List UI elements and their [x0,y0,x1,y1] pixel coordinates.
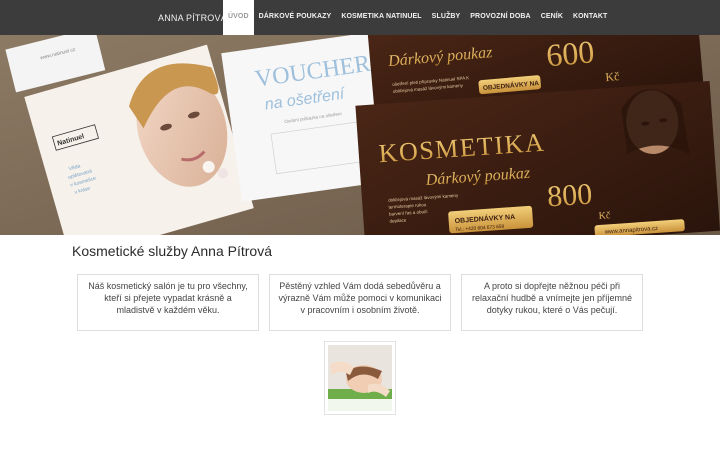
gift-600-currency: Kč [605,69,620,84]
intro-box-1-text: Náš kosmetický salón je tu pro všechny, … [88,281,248,315]
facial-massage-photo[interactable] [324,341,396,415]
nav-item-cenik[interactable]: CENÍK [536,0,568,35]
top-navbar: ANNA PÍTROVÁ ÚVOD DÁRKOVÉ POUKAZY KOSMET… [0,0,720,35]
intro-box-1: Náš kosmetický salón je tu pro všechny, … [77,274,259,331]
nav-item-darkove-poukazy[interactable]: DÁRKOVÉ POUKAZY [254,0,337,35]
intro-box-2-text: Pěstěný vzhled Vám dodá sebedůvěru a výr… [278,281,442,315]
gift-800-price: 800 [546,177,593,213]
gift-voucher-800: KOSMETIKA Dárkový poukaz 800 Kč obličejo… [355,80,720,235]
nav-item-kontakt[interactable]: KONTAKT [568,0,612,35]
gift-800-currency: Kč [598,210,611,222]
intro-box-3: A proto si dopřejte něžnou péči při rela… [461,274,643,331]
site-brand[interactable]: ANNA PÍTROVÁ [158,0,227,35]
nav-item-sluzby[interactable]: SLUŽBY [427,0,466,35]
page-title: Kosmetické služby Anna Pítrová [72,243,272,259]
nav-item-uvod[interactable]: ÚVOD [223,0,254,35]
nav-item-provozni-doba[interactable]: PROVOZNÍ DOBA [465,0,535,35]
main-nav: ÚVOD DÁRKOVÉ POUKAZY KOSMETIKA NATINUEL … [223,0,612,35]
intro-box-2: Pěstěný vzhled Vám dodá sebedůvěru a výr… [269,274,451,331]
hero-image: www.natinuel.cz Natinuel Věda oplétovaná… [0,35,720,235]
hero-banner: www.natinuel.cz Natinuel Věda oplétovaná… [0,35,720,235]
facial-massage-image [328,345,392,411]
intro-box-3-text: A proto si dopřejte něžnou péči při rela… [471,281,633,315]
gift-600-price: 600 [545,35,596,73]
nav-item-kosmetika-natinuel[interactable]: KOSMETIKA NATINUEL [336,0,426,35]
